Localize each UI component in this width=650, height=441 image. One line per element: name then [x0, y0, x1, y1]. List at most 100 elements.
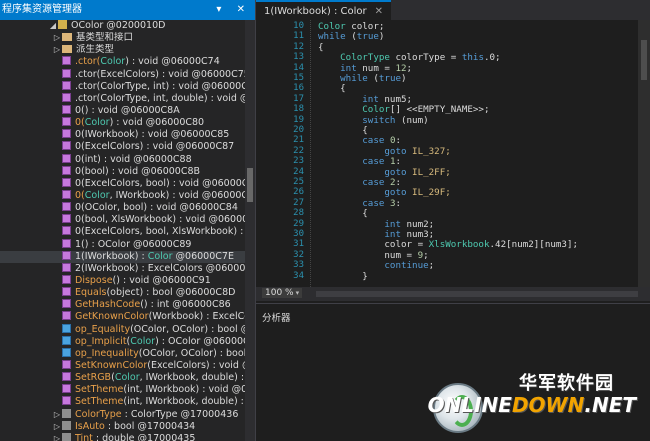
- tree-node[interactable]: 1(IWorkbook) : Color @06000C7E: [0, 250, 245, 263]
- tree-node-text: 0() : void @06000C8A: [75, 104, 180, 116]
- tree-node[interactable]: op_Implicit(Color) : OColor @06000C81: [0, 335, 245, 348]
- tree-node[interactable]: .ctor(ExcelColors) : void @06000C75: [0, 68, 245, 81]
- zoom-dropdown[interactable]: 100 % ▾: [262, 288, 303, 298]
- tree-node[interactable]: 0(ExcelColors, bool, XlsWorkbook) : void: [0, 226, 245, 238]
- tree-node[interactable]: SetKnownColor(ExcelColors) : void @060: [0, 359, 245, 372]
- expander-icon[interactable]: ▷: [52, 44, 62, 56]
- tree-node[interactable]: .ctor(Color) : void @06000C74: [0, 56, 245, 68]
- code-line: switch (num): [318, 114, 429, 126]
- tree-node-text: (object) : bool @06000C8D: [106, 287, 236, 299]
- panel-controls[interactable]: ▾ ✕: [216, 0, 251, 20]
- tree-node[interactable]: 0() : void @06000C8A: [0, 104, 245, 117]
- code-token: ColorType: [318, 52, 390, 64]
- code-token: while: [318, 31, 346, 43]
- tree-node[interactable]: 1() : OColor @06000C89: [0, 238, 245, 251]
- editor-horizontal-scrollbar[interactable]: [316, 291, 638, 297]
- line-number: 34: [293, 270, 304, 281]
- code-line: int num = 12;: [318, 63, 412, 74]
- code-line: while (true): [318, 73, 407, 84]
- code-token: case: [318, 197, 385, 209]
- line-number: 27: [293, 197, 304, 208]
- tree-node[interactable]: ▷ 基类型和接口: [0, 32, 245, 44]
- line-number: 15: [293, 73, 304, 83]
- close-icon[interactable]: ✕: [375, 6, 383, 17]
- tree-node-text: ) : OColor @06000C81: [155, 335, 245, 347]
- code-token: (num): [395, 114, 429, 126]
- line-number: 32: [293, 249, 304, 260]
- tree-node-text: SetKnownColor: [75, 359, 148, 371]
- code-token: .0;: [483, 52, 501, 64]
- tree-node[interactable]: Equals(object) : bool @06000C8D: [0, 287, 245, 299]
- method-icon: [62, 262, 71, 272]
- tree-node[interactable]: op_Inequality(OColor, OColor) : bool @0: [0, 347, 245, 360]
- tree-node-text: 2(IWorkbook) : ExcelColors @06000C79: [75, 262, 245, 274]
- tree-node[interactable]: SetRGB(Color, IWorkbook, double) : void: [0, 372, 245, 384]
- expander-icon[interactable]: ▷: [52, 433, 62, 441]
- tree-node[interactable]: 0(Color) : void @06000C80: [0, 117, 245, 129]
- line-number: 11: [293, 31, 304, 42]
- tree-node[interactable]: SetTheme(int, IWorkbook, double) : void: [0, 396, 245, 408]
- expander-icon[interactable]: ▷: [52, 32, 62, 44]
- method-icon: [62, 226, 71, 236]
- tree-scrollbar-thumb[interactable]: [247, 168, 253, 202]
- line-number: 33: [293, 260, 304, 271]
- method-icon: [62, 274, 71, 284]
- expander-icon[interactable]: ▷: [52, 421, 62, 433]
- tree-node[interactable]: 2(IWorkbook) : ExcelColors @06000C79: [0, 262, 245, 275]
- code-line: Color[] <<EMPTY_NAME>>;: [318, 104, 489, 115]
- tree-node[interactable]: Dispose() : void @06000C91: [0, 274, 245, 287]
- tree-node-text: .ctor(ColorType, int, double) : void @06…: [75, 92, 245, 104]
- tree-node-text: op_Inequality: [75, 347, 139, 359]
- tab-label: 1(IWorkbook) : Color: [264, 6, 367, 17]
- method-icon: [62, 68, 71, 78]
- tree-node[interactable]: .ctor(ColorType, int) : void @06000C76: [0, 80, 245, 93]
- tree-node[interactable]: 0(ExcelColors) : void @06000C87: [0, 141, 245, 153]
- code-line: {: [318, 83, 346, 94]
- code-token: num2;: [400, 218, 435, 230]
- property-icon: [62, 420, 71, 430]
- line-number: 29: [293, 218, 304, 229]
- code-text[interactable]: Color color; while (true){ ColorType colo…: [318, 20, 638, 287]
- tree-node[interactable]: SetTheme(int, IWorkbook) : void @0600: [0, 384, 245, 396]
- tree-node-text: @06000C7E: [172, 250, 234, 262]
- tree-node[interactable]: op_Equality(OColor, OColor) : bool @060: [0, 323, 245, 336]
- tree-node[interactable]: .ctor(ColorType, int, double) : void @06…: [0, 92, 245, 105]
- tree-node[interactable]: 0(IWorkbook) : void @06000C85: [0, 129, 245, 141]
- editor-scrollbar-thumb[interactable]: [641, 40, 647, 80]
- code-token: }: [318, 270, 368, 282]
- tree-node-text: 0(ExcelColors) : void @06000C87: [75, 141, 235, 153]
- code-editor[interactable]: 10 11 12 13 14 15 16 17 18 19 20 21 22 23 24 25 26 27 28 29…: [256, 20, 650, 287]
- method-icon: [62, 311, 71, 321]
- chevron-down-icon: ▾: [295, 289, 300, 297]
- tree-scrollbar[interactable]: [245, 20, 255, 441]
- tree-node[interactable]: 0(bool, XlsWorkbook) : void @06000C8C: [0, 214, 245, 226]
- tree-node[interactable]: 0(OColor, bool) : void @06000C84: [0, 202, 245, 214]
- tree-node[interactable]: ◢ OColor @0200010D: [0, 20, 245, 32]
- expander-icon[interactable]: ◢: [48, 20, 58, 32]
- tree-node-text: Color: [84, 189, 110, 201]
- tree-node-text: Color: [147, 250, 173, 262]
- tree-node[interactable]: GetHashCode() : int @06000C86: [0, 299, 245, 311]
- tree-node[interactable]: ▷ 派生类型: [0, 44, 245, 56]
- code-token: ): [401, 73, 407, 84]
- tab-active[interactable]: 1(IWorkbook) : Color ✕: [256, 0, 392, 20]
- code-token: XlsWorkbook: [428, 239, 490, 251]
- tree-node[interactable]: GetKnownColor(Workbook) : ExcelColors: [0, 311, 245, 323]
- tree-node[interactable]: 0(ExcelColors, bool) : void @06000C7C: [0, 177, 245, 190]
- tree-node-text: (OColor, OColor) : bool @0: [138, 347, 245, 359]
- method-icon: [62, 287, 71, 297]
- tree-node-text: Color: [100, 56, 126, 68]
- tree-node-text: Tint: [75, 432, 93, 441]
- tree-node[interactable]: 0(Color, IWorkbook) : void @06000C7F: [0, 189, 245, 202]
- method-icon: [62, 80, 71, 90]
- tree-node-text: GetKnownColor: [75, 311, 149, 323]
- tree-node[interactable]: ▷ Tint : double @17000435: [0, 432, 245, 441]
- code-line: int num5;: [318, 94, 412, 105]
- tree-node[interactable]: 0(bool) : void @06000C8B: [0, 165, 245, 178]
- tree-node[interactable]: ▷ ColorType : ColorType @17000436: [0, 408, 245, 421]
- expander-icon[interactable]: ▷: [52, 409, 62, 421]
- tree-node-text: .ctor(ExcelColors) : void @06000C75: [75, 68, 245, 80]
- tree-node[interactable]: ▷ IsAuto : bool @17000434: [0, 420, 245, 433]
- tree-node[interactable]: 0(int) : void @06000C88: [0, 153, 245, 166]
- editor-scrollbar[interactable]: [638, 20, 650, 287]
